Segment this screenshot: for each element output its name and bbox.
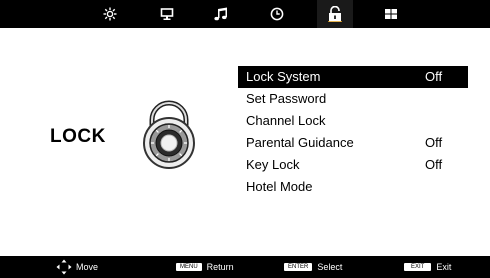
grid-icon (385, 9, 397, 19)
lock-menu: Lock System Off Set Password Channel Loc… (238, 66, 468, 198)
hint-return: MENU Return (176, 256, 234, 278)
menu-item-label: Key Lock (246, 157, 300, 172)
hint-exit: EXIT Exit (404, 256, 451, 278)
tab-screen[interactable] (149, 0, 185, 28)
menu-item-label: Channel Lock (246, 113, 326, 128)
hint-return-label: Return (206, 262, 234, 272)
hint-select: ENTER Select (284, 256, 342, 278)
menu-item-label: Hotel Mode (246, 179, 313, 194)
clock-icon (270, 7, 284, 21)
menu-key: MENU (176, 263, 202, 271)
padlock-icon (328, 6, 342, 22)
exit-key: EXIT (404, 263, 432, 271)
enter-key: ENTER (284, 263, 313, 271)
picture-settings-icon (103, 7, 117, 21)
menu-item-label: Lock System (246, 69, 321, 84)
combination-lock-icon (143, 100, 195, 169)
tab-picture[interactable] (92, 0, 128, 28)
menu-item-value: Off (425, 69, 443, 84)
menu-item-set-password[interactable]: Set Password (238, 88, 468, 110)
tab-time[interactable] (259, 0, 295, 28)
menu-item-key-lock[interactable]: Key Lock Off (238, 154, 468, 176)
menu-item-label: Set Password (246, 91, 327, 106)
page-title: LOCK (50, 126, 106, 147)
footer-hint-bar: Move MENU Return ENTER Select EXIT Exit (0, 256, 490, 278)
tab-lock[interactable] (317, 0, 353, 28)
menu-item-value: Off (425, 135, 443, 150)
menu-item-hotel-mode[interactable]: Hotel Mode (238, 176, 468, 198)
hint-move-label: Move (76, 262, 99, 272)
hint-exit-label: Exit (436, 262, 452, 272)
menu-item-channel-lock[interactable]: Channel Lock (238, 110, 468, 132)
menu-item-lock-system[interactable]: Lock System Off (238, 66, 468, 88)
hint-select-label: Select (317, 262, 343, 272)
tab-setup[interactable] (373, 0, 409, 28)
menu-item-parental-guidance[interactable]: Parental Guidance Off (238, 132, 468, 154)
top-tab-bar (0, 0, 490, 28)
tab-sound[interactable] (203, 0, 239, 28)
move-arrows-icon (56, 259, 72, 275)
hint-move: Move (56, 256, 98, 278)
music-note-icon (214, 7, 227, 20)
menu-item-label: Parental Guidance (246, 135, 354, 150)
menu-item-value: Off (425, 157, 443, 172)
screen-icon (160, 8, 174, 20)
